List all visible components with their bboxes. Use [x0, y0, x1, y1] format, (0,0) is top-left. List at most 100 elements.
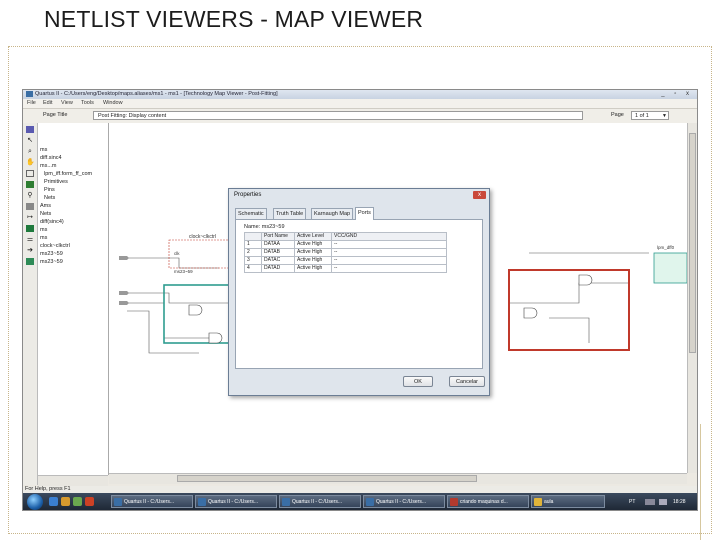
table-row[interactable]: 3 DATAC Active High --	[244, 256, 447, 265]
horizontal-scrollbar[interactable]	[109, 473, 687, 484]
hierarchy-tree: ms diff.sinc4 ms...m lpm_iff.form_ff_com…	[38, 123, 109, 475]
start-button[interactable]	[27, 494, 43, 510]
find-icon[interactable]: ⚲	[26, 192, 34, 199]
taskbar-item[interactable]: Quartus II - C:/Users...	[363, 495, 445, 508]
taskbar-item[interactable]: Quartus II - C:/Users...	[195, 495, 277, 508]
input-pin-icon[interactable]	[119, 301, 129, 305]
chevron-down-icon: ▼	[662, 113, 667, 119]
wire-icon[interactable]: ⚌	[26, 236, 34, 243]
forward-icon[interactable]: ➔	[26, 247, 34, 254]
page-title-field[interactable]: Post Fitting: Display content	[93, 111, 583, 120]
column-header[interactable]: Port Name	[261, 232, 295, 241]
menu-tools[interactable]: Tools	[81, 100, 94, 106]
tree-item[interactable]: diff(sinc4)	[40, 219, 64, 225]
tree-item[interactable]: ms	[40, 227, 47, 233]
column-header[interactable]: VCC/GND	[331, 232, 447, 241]
vcc-gnd: --	[331, 264, 447, 273]
row-index: 4	[244, 264, 262, 273]
menu-file[interactable]: File	[27, 100, 36, 106]
table-row[interactable]: 4 DATAD Active High --	[244, 264, 447, 273]
port-name: DATAD	[261, 264, 295, 273]
and-gate-icon[interactable]	[578, 274, 593, 286]
quartus-window-screenshot: Quartus II - C:/Users/eng/Desktop/maps.a…	[22, 89, 698, 511]
table-row[interactable]: 2 DATAB Active High --	[244, 248, 447, 257]
viewer-toolbar: Page Title Post Fitting: Display content…	[23, 109, 697, 124]
input-pin-icon[interactable]	[119, 256, 129, 260]
output-register-block[interactable]	[653, 252, 688, 284]
tree-item[interactable]: ms	[40, 235, 47, 241]
menu-window[interactable]: Window	[103, 100, 123, 106]
volume-icon[interactable]	[659, 499, 667, 505]
horizontal-scroll-thumb[interactable]	[177, 475, 477, 482]
tree-item[interactable]: clock~clkctrl	[40, 243, 70, 249]
row-index: 2	[244, 248, 262, 257]
tree-item[interactable]: Primitives	[44, 179, 68, 185]
page-label: Page	[611, 112, 624, 118]
opera-icon[interactable]	[85, 497, 94, 506]
tab-schematic[interactable]: Schematic	[235, 208, 267, 219]
hierarchy-icon[interactable]	[26, 181, 34, 188]
taskbar-item[interactable]: Quartus II - C:/Users...	[279, 495, 361, 508]
and-gate-icon[interactable]	[523, 307, 538, 319]
port-name: DATAC	[261, 256, 295, 265]
net-icon[interactable]	[26, 203, 34, 210]
cancel-button[interactable]: Cancelar	[449, 376, 485, 387]
tree-item[interactable]: ms23~59	[40, 251, 63, 257]
active-level: Active High	[294, 248, 332, 257]
tree-item[interactable]: ms...m	[40, 163, 57, 169]
pin-icon[interactable]: ↦	[26, 214, 34, 221]
active-level: Active High	[294, 240, 332, 249]
taskbar-item-label: aula	[544, 499, 554, 505]
block-top-label: clock~clkctrl	[189, 234, 216, 240]
left-toolbar: ↖ ⌕ ✋ ⚲ ↦ ⚌ ➔	[23, 123, 38, 485]
hand-icon[interactable]: ✋	[26, 159, 35, 166]
row-index: 1	[244, 240, 262, 249]
ports-panel: Name: ms23~59 Port Name Active Level VCC…	[235, 219, 483, 369]
name-value: ms23~59	[261, 224, 285, 230]
tree-item[interactable]: diff.sinc4	[40, 155, 62, 161]
and-gate-icon[interactable]	[188, 304, 203, 316]
tree-scrollbar[interactable]	[38, 475, 108, 486]
ok-button[interactable]: OK	[403, 376, 433, 387]
tree-item[interactable]: ms	[40, 147, 47, 153]
page-select[interactable]: 1 of 1 ▼	[631, 111, 669, 120]
vertical-scrollbar[interactable]	[687, 123, 697, 473]
tree-item[interactable]: Pins	[44, 187, 55, 193]
tab-ports[interactable]: Ports	[355, 207, 374, 220]
vertical-scroll-thumb[interactable]	[689, 133, 696, 353]
tree-item[interactable]: Ams	[40, 203, 51, 209]
language-indicator[interactable]: PT	[629, 499, 635, 505]
pointer-icon[interactable]: ↖	[26, 137, 34, 144]
tree-item[interactable]: ms23~59	[40, 259, 63, 265]
menu-view[interactable]: View	[61, 100, 73, 106]
ie-icon[interactable]	[49, 497, 58, 506]
and-gate-icon[interactable]	[208, 332, 223, 344]
menu-bar: File Edit View Tools Window	[23, 99, 697, 109]
close-button[interactable]: x	[473, 191, 486, 199]
folder-icon[interactable]	[61, 497, 70, 506]
column-header[interactable]: Active Level	[294, 232, 332, 241]
tree-item[interactable]: lpm_iff.form_ff_com	[44, 171, 92, 177]
menu-edit[interactable]: Edit	[43, 100, 52, 106]
window-controls[interactable]: _ ▫ x	[661, 91, 693, 97]
fit-icon[interactable]	[26, 170, 34, 177]
tree-item[interactable]: Nets	[44, 195, 55, 201]
taskbar-item[interactable]: criando maquinas d...	[447, 495, 529, 508]
column-header	[244, 232, 262, 241]
network-icon[interactable]	[645, 499, 655, 505]
right-block-label: lpm_dff0	[657, 245, 675, 250]
taskbar-item[interactable]: Quartus II - C:/Users...	[111, 495, 193, 508]
table-row[interactable]: 1 DATAA Active High --	[244, 240, 447, 249]
gates-icon[interactable]	[26, 258, 34, 265]
zoom-icon[interactable]: ⌕	[26, 148, 34, 155]
node-icon[interactable]	[26, 225, 34, 232]
tree-item[interactable]: Nets	[40, 211, 51, 217]
tab-karnaugh-map[interactable]: Karnaugh Map	[311, 208, 354, 219]
input-pin-icon[interactable]	[119, 291, 129, 295]
media-icon[interactable]	[73, 497, 82, 506]
select-icon[interactable]	[26, 126, 34, 133]
taskbar-item[interactable]: aula	[531, 495, 605, 508]
tab-truth-table[interactable]: Truth Table	[273, 208, 307, 219]
clock[interactable]: 18:28	[673, 499, 686, 505]
taskbar-item-label: Quartus II - C:/Users...	[376, 499, 427, 505]
